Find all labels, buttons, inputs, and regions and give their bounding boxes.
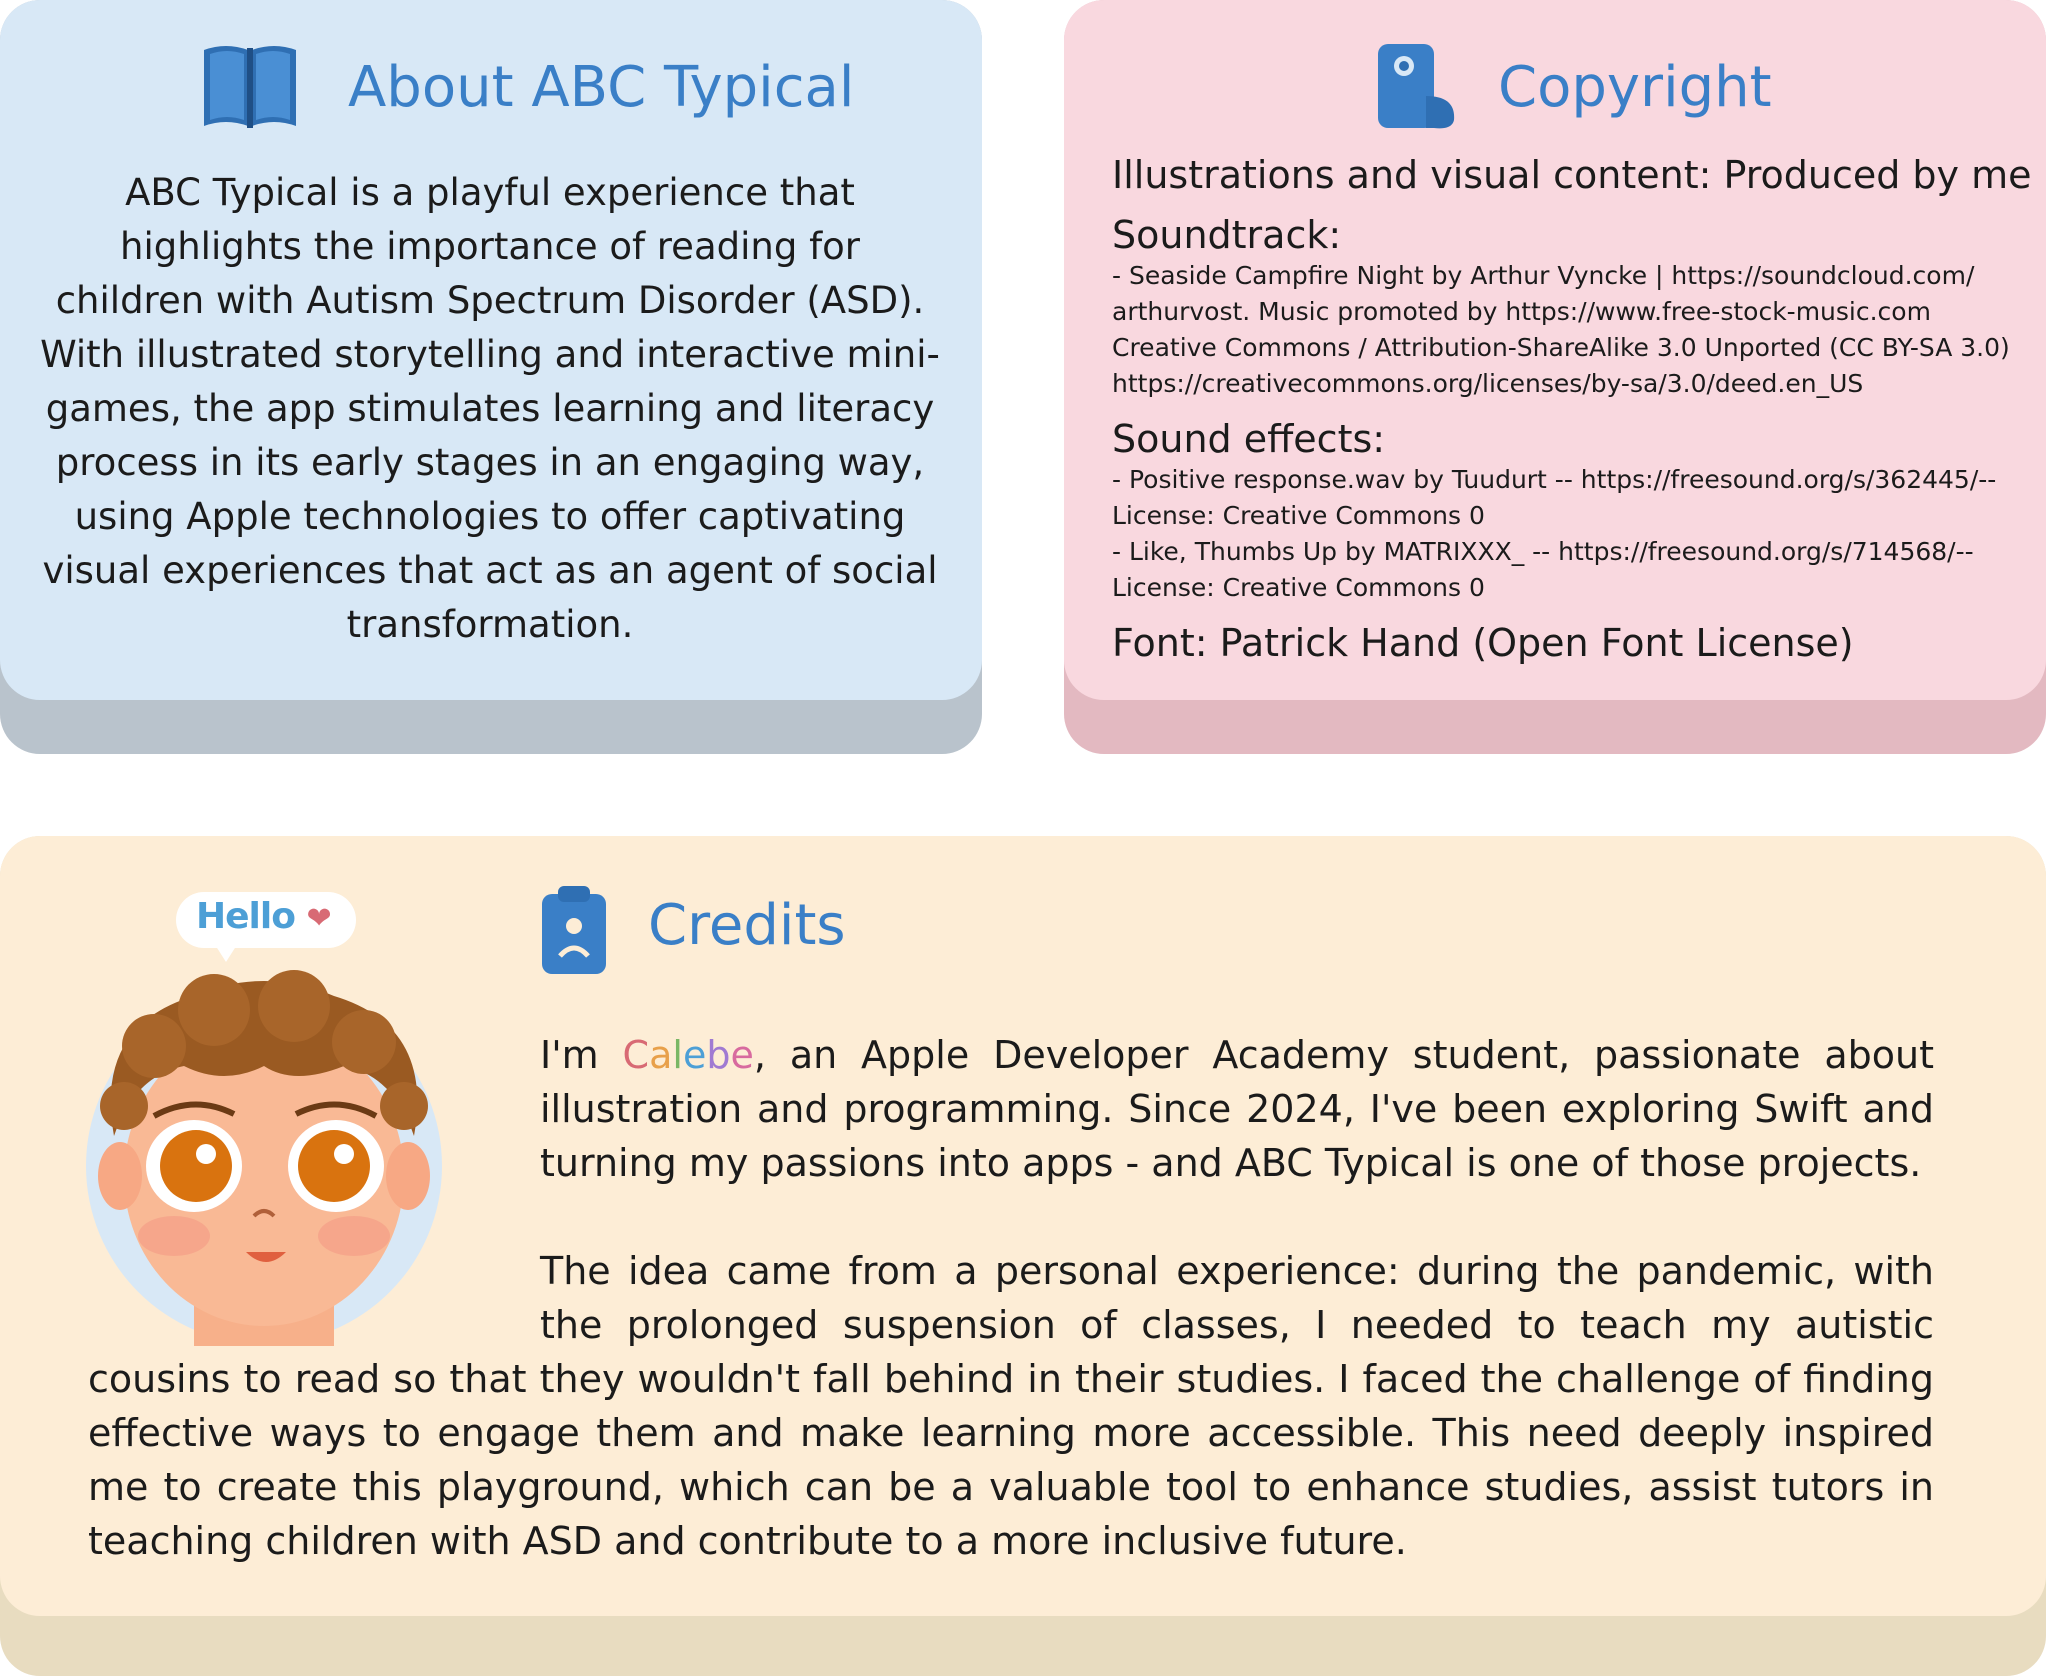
copyright-card: Copyright Illustrations and visual conte… bbox=[1064, 0, 2046, 754]
name-letter: a bbox=[649, 1033, 673, 1077]
about-card-face: About ABC Typical ABC Typical is a playf… bbox=[0, 0, 982, 700]
illustrations-credit: Illustrations and visual content: Produc… bbox=[1112, 153, 2032, 197]
credits-card: Credits Hello ❤ I'm Calebe, an Apple Dev… bbox=[0, 836, 2046, 1676]
book-icon bbox=[204, 46, 296, 128]
soundtrack-line: - Seaside Campfire Night by Arthur Vynck… bbox=[1112, 261, 1975, 290]
sound-effect-line: - Like, Thumbs Up by MATRIXXX_ -- https:… bbox=[1112, 537, 1974, 566]
about-card: About ABC Typical ABC Typical is a playf… bbox=[0, 0, 982, 754]
copyright-card-face: Copyright Illustrations and visual conte… bbox=[1064, 0, 2046, 700]
name-letter: e bbox=[682, 1033, 707, 1077]
name-letter: l bbox=[672, 1033, 683, 1077]
about-description: ABC Typical is a playful experience that… bbox=[40, 171, 940, 646]
sound-effect-line: License: Creative Commons 0 bbox=[1112, 501, 1485, 530]
heart-icon: ❤ bbox=[306, 901, 332, 936]
speech-bubble-tail bbox=[212, 940, 240, 962]
hello-label: Hello bbox=[196, 896, 296, 937]
avatar-spacer bbox=[88, 1028, 540, 1350]
soundtrack-line: https://creativecommons.org/licenses/by-… bbox=[1112, 369, 1864, 398]
intro-prefix: I'm bbox=[540, 1033, 623, 1077]
scroll-icon bbox=[1378, 44, 1455, 129]
copyright-title: Copyright bbox=[1498, 55, 1772, 120]
credits-card-face: Credits Hello ❤ I'm Calebe, an Apple Dev… bbox=[0, 836, 2046, 1616]
credits-title: Credits bbox=[648, 893, 846, 958]
name-rainbow: Calebe bbox=[623, 1033, 754, 1077]
font-credit: Font: Patrick Hand (Open Font License) bbox=[1112, 621, 1854, 665]
about-title: About ABC Typical bbox=[348, 55, 855, 120]
name-letter: C bbox=[622, 1033, 650, 1077]
credits-body: I'm Calebe, an Apple Developer Academy s… bbox=[88, 1028, 1934, 1568]
name-letter: e bbox=[730, 1033, 754, 1077]
sound-effects-heading: Sound effects: bbox=[1112, 417, 1386, 461]
soundtrack-line: Creative Commons / Attribution-ShareAlik… bbox=[1112, 333, 2010, 362]
soundtrack-heading: Soundtrack: bbox=[1112, 213, 1342, 257]
sound-effect-line: License: Creative Commons 0 bbox=[1112, 573, 1485, 602]
name-letter: b bbox=[706, 1033, 731, 1077]
clipboard-icon bbox=[542, 886, 606, 974]
hello-text: Hello ❤ bbox=[196, 896, 332, 937]
soundtrack-line: arthurvost. Music promoted by https://ww… bbox=[1112, 297, 1931, 326]
sound-effect-line: - Positive response.wav by Tuudurt -- ht… bbox=[1112, 465, 1997, 494]
